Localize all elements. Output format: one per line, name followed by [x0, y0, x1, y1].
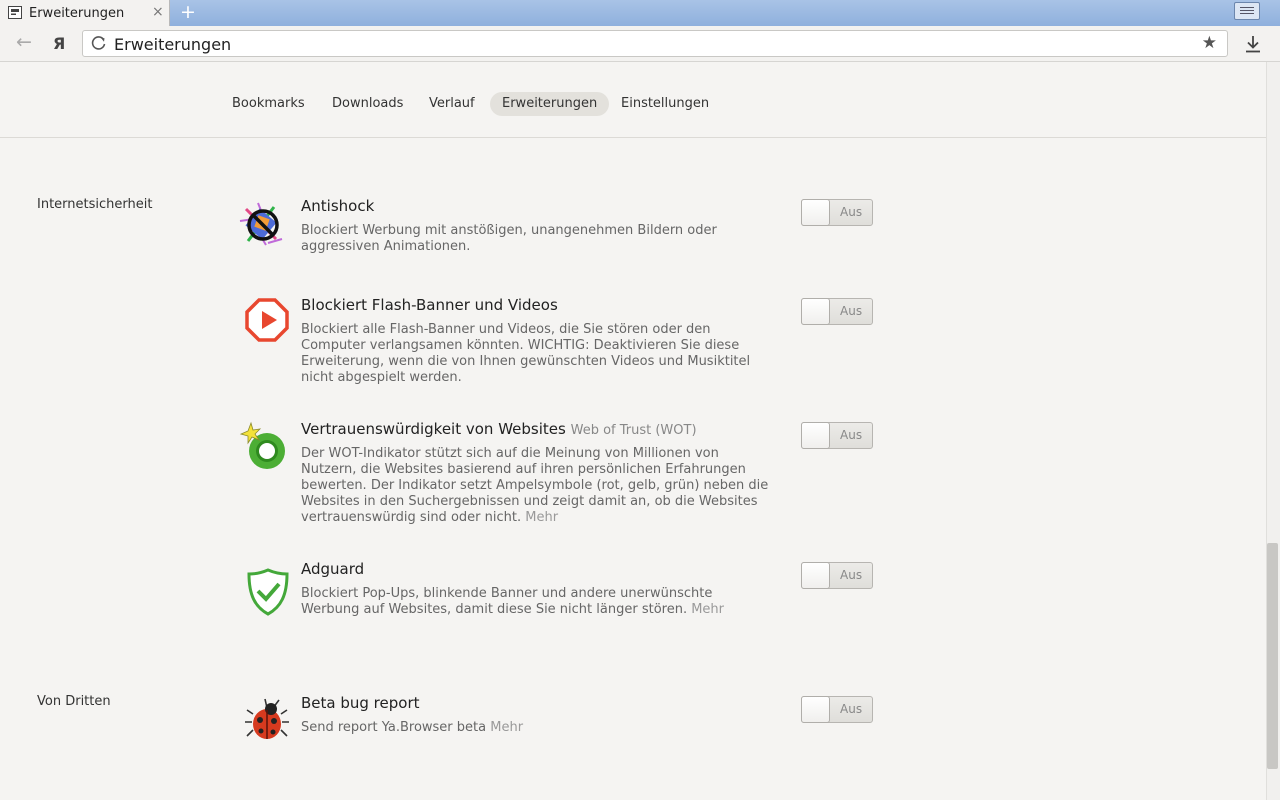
antishock-icon — [239, 202, 283, 246]
ext-desc-adguard: Blockiert Pop-Ups, blinkende Banner und … — [301, 586, 771, 618]
toolbar: ← Я Erweiterungen ★ — [0, 26, 1280, 62]
ext-desc-text: Blockiert Pop-Ups, blinkende Banner und … — [301, 586, 713, 617]
reload-icon[interactable] — [91, 35, 107, 51]
ext-title-wot: Vertrauenswürdigkeit von Websites Web of… — [301, 420, 697, 438]
new-tab-button[interactable]: + — [178, 2, 198, 22]
ext-title-text: Vertrauenswürdigkeit von Websites — [301, 420, 566, 438]
nav-erweiterungen[interactable]: Erweiterungen — [490, 92, 610, 116]
ext-desc-flash-blocker: Blockiert alle Flash-Banner und Videos, … — [301, 322, 771, 386]
more-link-wot[interactable]: Mehr — [525, 510, 558, 525]
toggle-knob[interactable] — [801, 696, 830, 723]
tab-title: Erweiterungen — [29, 6, 125, 21]
yandex-logo-button[interactable]: Я — [53, 34, 65, 53]
toggle-flash-blocker[interactable]: Aus — [801, 298, 873, 325]
nav-downloads[interactable]: Downloads — [320, 92, 415, 116]
ext-desc-antishock: Blockiert Werbung mit anstößigen, unange… — [301, 223, 771, 255]
wot-icon — [239, 421, 285, 469]
scrollbar-thumb[interactable] — [1267, 543, 1278, 769]
ext-title-adguard: Adguard — [301, 560, 364, 578]
section-label-von-dritten: Von Dritten — [37, 694, 111, 709]
ext-title-text: Blockiert Flash-Banner und Videos — [301, 296, 558, 314]
address-bar[interactable]: Erweiterungen ★ — [82, 30, 1228, 57]
adguard-shield-icon — [247, 568, 289, 616]
tab-strip: Erweiterungen × + — [0, 0, 1280, 26]
ext-subtitle-wot: Web of Trust (WOT) — [570, 423, 697, 438]
download-icon[interactable] — [1243, 34, 1263, 54]
ext-title-text: Adguard — [301, 560, 365, 578]
nav-bookmarks[interactable]: Bookmarks — [220, 92, 317, 116]
toggle-label: Aus — [840, 428, 863, 442]
ladybug-icon — [245, 698, 289, 739]
bookmark-star-icon[interactable]: ★ — [1202, 33, 1217, 53]
toggle-knob[interactable] — [801, 199, 830, 226]
nav-verlauf[interactable]: Verlauf — [417, 92, 487, 116]
toggle-label: Aus — [840, 304, 863, 318]
toggle-knob[interactable] — [801, 562, 830, 589]
toggle-antishock[interactable]: Aus — [801, 199, 873, 226]
settings-nav: Bookmarks Downloads Verlauf Erweiterunge… — [0, 62, 1266, 138]
more-link-adguard[interactable]: Mehr — [691, 602, 724, 617]
toggle-label: Aus — [840, 568, 863, 582]
toggle-label: Aus — [840, 702, 863, 716]
nav-einstellungen[interactable]: Einstellungen — [609, 92, 721, 116]
toggle-label: Aus — [840, 205, 863, 219]
ext-title-text: Antishock — [301, 197, 375, 215]
extensions-page-icon — [8, 6, 22, 19]
ext-desc-text: Blockiert Werbung mit anstößigen, unange… — [301, 223, 717, 254]
tab-close-icon[interactable]: × — [152, 4, 164, 20]
back-arrow-icon[interactable]: ← — [16, 31, 32, 53]
toggle-beta-bug-report[interactable]: Aus — [801, 696, 873, 723]
ext-title-flash-blocker: Blockiert Flash-Banner und Videos — [301, 296, 558, 314]
ext-title-antishock: Antishock — [301, 197, 374, 215]
ext-desc-text: Blockiert alle Flash-Banner und Videos, … — [301, 322, 751, 385]
toggle-knob[interactable] — [801, 422, 830, 449]
ext-desc-wot: Der WOT-Indikator stützt sich auf die Me… — [301, 446, 771, 526]
ext-desc-beta-bug-report: Send report Ya.Browser beta Mehr — [301, 720, 771, 736]
address-text[interactable]: Erweiterungen — [114, 35, 231, 54]
toggle-wot[interactable]: Aus — [801, 422, 873, 449]
flash-blocker-icon — [245, 298, 289, 342]
ext-title-text: Beta bug report — [301, 694, 420, 712]
toggle-knob[interactable] — [801, 298, 830, 325]
section-label-internetsicherheit: Internetsicherheit — [37, 197, 153, 212]
more-link-beta-bug-report[interactable]: Mehr — [490, 720, 523, 735]
browser-menu-button[interactable] — [1234, 2, 1260, 20]
toggle-adguard[interactable]: Aus — [801, 562, 873, 589]
ext-desc-text: Send report Ya.Browser beta — [301, 720, 487, 735]
ext-title-beta-bug-report: Beta bug report — [301, 694, 420, 712]
tab-erweiterungen[interactable]: Erweiterungen × — [0, 0, 170, 26]
